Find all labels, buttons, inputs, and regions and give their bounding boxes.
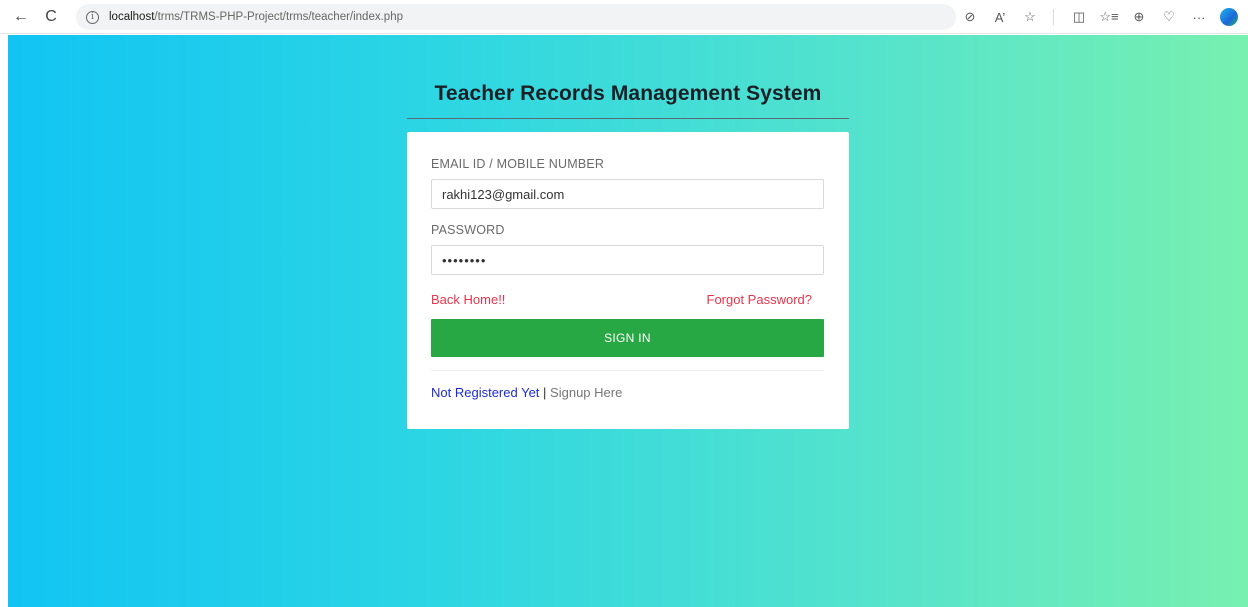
favorites-list-icon[interactable]: ☆≡ bbox=[1098, 6, 1120, 28]
favorite-star-icon[interactable]: ☆ bbox=[1019, 6, 1041, 28]
back-arrow-icon[interactable]: ← bbox=[10, 6, 32, 28]
read-aloud-icon[interactable]: A’ bbox=[989, 6, 1011, 28]
not-registered-text: Not Registered Yet bbox=[431, 385, 540, 400]
email-label: EMAIL ID / MOBILE NUMBER bbox=[431, 157, 605, 171]
back-home-link[interactable]: Back Home!! bbox=[431, 292, 505, 307]
browser-tools: ⊘ A’ ☆ ◫ ☆≡ ⊕ ♡ ··· bbox=[951, 6, 1240, 28]
signup-row: Not Registered Yet | Signup Here bbox=[431, 385, 622, 400]
page-title: Teacher Records Management System bbox=[434, 82, 822, 105]
key-icon[interactable]: ⊘ bbox=[959, 6, 981, 28]
link-row: Back Home!! Forgot Password? bbox=[431, 292, 824, 308]
password-label: PASSWORD bbox=[431, 223, 505, 237]
signup-link[interactable]: Signup Here bbox=[550, 385, 622, 400]
url-path: /trms/TRMS-PHP-Project/trms/teacher/inde… bbox=[154, 11, 403, 23]
url-host: localhost bbox=[109, 11, 155, 23]
collections-icon[interactable]: ⊕ bbox=[1128, 6, 1150, 28]
address-bar[interactable]: i localhost/trms/TRMS-PHP-Project/trms/t… bbox=[76, 4, 956, 30]
browser-toolbar: ← C i localhost/trms/TRMS-PHP-Project/tr… bbox=[0, 0, 1248, 34]
sign-in-button[interactable]: SIGN IN bbox=[431, 319, 824, 357]
separator: | bbox=[543, 385, 547, 400]
forgot-password-link[interactable]: Forgot Password? bbox=[707, 292, 813, 307]
email-field[interactable]: rakhi123@gmail.com bbox=[431, 179, 824, 209]
title-divider bbox=[407, 118, 849, 119]
reload-icon[interactable]: C bbox=[40, 6, 62, 28]
toolbar-divider bbox=[1053, 9, 1054, 25]
site-info-icon[interactable]: i bbox=[86, 10, 99, 24]
password-field[interactable]: •••••••• bbox=[431, 245, 824, 275]
more-menu-icon[interactable]: ··· bbox=[1188, 6, 1210, 28]
split-screen-icon[interactable]: ◫ bbox=[1068, 6, 1090, 28]
edge-copilot-icon[interactable] bbox=[1218, 6, 1240, 28]
login-card: EMAIL ID / MOBILE NUMBER rakhi123@gmail.… bbox=[407, 132, 849, 429]
browser-essentials-icon[interactable]: ♡ bbox=[1158, 6, 1180, 28]
page-background: Teacher Records Management System EMAIL … bbox=[8, 35, 1248, 607]
card-divider bbox=[431, 370, 824, 371]
